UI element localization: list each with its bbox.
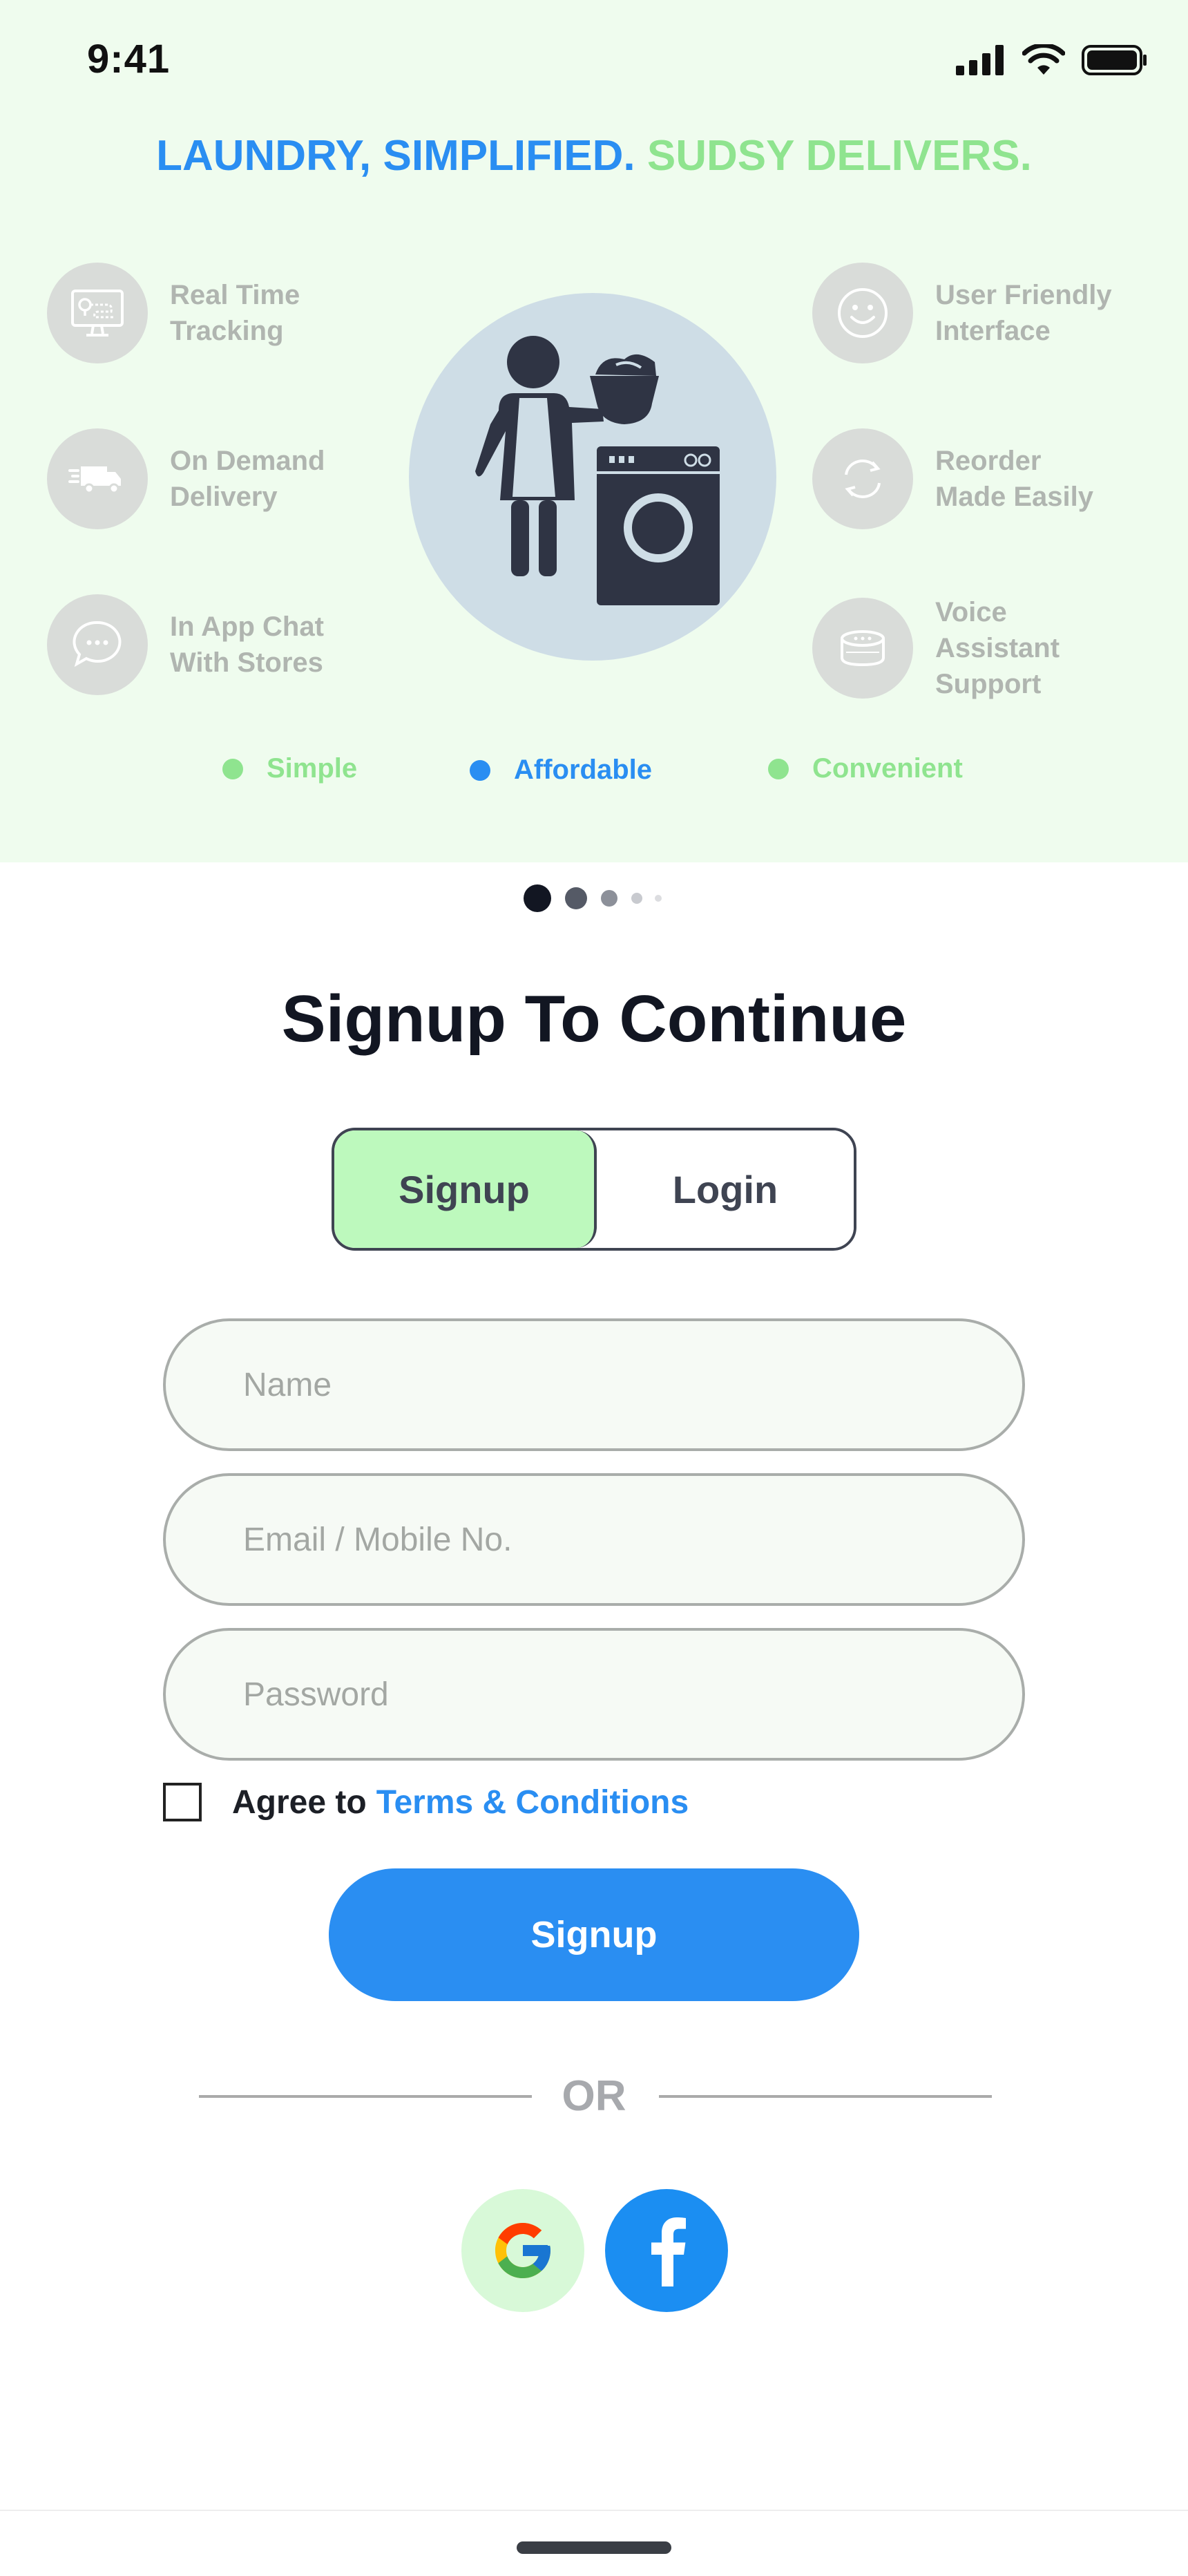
hero-headline: LAUNDRY, SIMPLIFIED. SUDSY DELIVERS.	[0, 131, 1188, 180]
chip-label: Simple	[267, 753, 358, 784]
terms-link[interactable]: Terms & Conditions	[376, 1783, 689, 1821]
page-title: Signup To Continue	[281, 982, 907, 1056]
terms-agreement: Agree to Terms & Conditions	[163, 1783, 689, 1821]
email-mobile-field[interactable]: Email / Mobile No.	[163, 1473, 1025, 1606]
chip-convenient: Convenient	[768, 753, 963, 784]
chip-dot	[470, 759, 490, 781]
name-field[interactable]: Name	[163, 1318, 1025, 1451]
headline-part-2: SUDSY DELIVERS.	[646, 132, 1032, 180]
delivery-truck-icon	[47, 428, 148, 529]
tab-signup[interactable]: Signup	[334, 1130, 597, 1248]
feature-label: On Demand Delivery	[170, 446, 325, 512]
agree-label: Agree to	[232, 1783, 367, 1821]
cellular-signal-icon	[956, 45, 1004, 75]
pager-dot[interactable]	[601, 890, 617, 907]
feature-label: Reorder Made Easily	[935, 446, 1094, 512]
feature-voice-assistant: Voice Assistant Support	[812, 594, 1115, 702]
tab-login[interactable]: Login	[597, 1130, 854, 1248]
feature-label: User Friendly Interface	[935, 280, 1112, 346]
signup-button[interactable]: Signup	[329, 1868, 859, 2001]
chip-label: Convenient	[812, 753, 963, 784]
feature-reorder: Reorder Made Easily	[812, 428, 1115, 529]
reorder-cycle-icon	[812, 428, 913, 529]
feature-real-time-tracking: Real Time Tracking	[47, 263, 349, 363]
feature-label: Real Time Tracking	[170, 280, 300, 346]
smart-speaker-icon	[812, 598, 913, 699]
chip-dot	[222, 758, 243, 779]
hero-banner: 9:41 LAUNDRY, SIMPLIFIED. SUDSY DELIVERS…	[0, 0, 1188, 862]
google-icon	[495, 2223, 550, 2278]
feature-label: Voice Assistant Support	[935, 597, 1060, 699]
pager-dot[interactable]	[565, 887, 587, 909]
chip-affordable: Affordable	[470, 755, 652, 786]
wifi-icon	[1022, 44, 1065, 75]
or-label: OR	[562, 2072, 626, 2120]
home-indicator[interactable]	[517, 2541, 671, 2554]
headline-part-1: LAUNDRY, SIMPLIFIED.	[156, 132, 635, 180]
terms-checkbox[interactable]	[163, 1783, 202, 1821]
password-field[interactable]: Password	[163, 1628, 1025, 1761]
chip-label: Affordable	[514, 755, 652, 785]
benefit-chips: Simple Affordable Convenient	[0, 753, 1188, 795]
feature-on-demand-delivery: On Demand Delivery	[47, 428, 349, 529]
or-divider: OR	[0, 2072, 1188, 2120]
auth-mode-toggle: Signup Login	[332, 1128, 856, 1251]
laundry-person-illustration	[409, 293, 776, 661]
status-icons	[956, 44, 1148, 76]
feature-label: In App Chat With Stores	[170, 612, 324, 678]
pager-dot[interactable]	[631, 893, 642, 904]
smiley-face-icon	[812, 263, 913, 363]
facebook-icon	[651, 2217, 686, 2286]
facebook-login-button[interactable]	[605, 2189, 728, 2312]
pager-dot[interactable]	[655, 895, 662, 902]
battery-icon	[1082, 45, 1147, 75]
carousel-pager[interactable]	[0, 884, 1188, 912]
chip-dot	[768, 758, 789, 779]
status-time: 9:41	[87, 37, 171, 82]
feature-user-friendly: User Friendly Interface	[812, 263, 1115, 363]
chat-bubble-icon	[47, 594, 148, 695]
chip-simple: Simple	[222, 753, 357, 784]
tracking-monitor-icon	[47, 263, 148, 363]
bottom-divider	[0, 2510, 1188, 2511]
pager-dot-active[interactable]	[524, 884, 551, 912]
google-login-button[interactable]	[461, 2189, 584, 2312]
feature-in-app-chat: In App Chat With Stores	[47, 594, 349, 695]
